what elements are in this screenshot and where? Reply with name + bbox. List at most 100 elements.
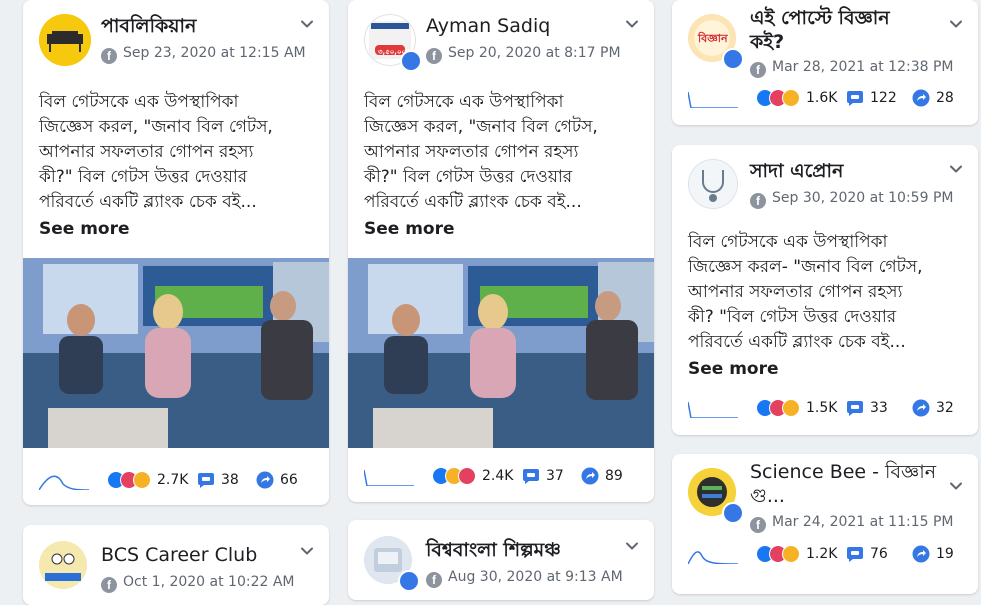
reactions-value: 1.2K <box>806 546 838 562</box>
comments-value: 37 <box>546 468 564 484</box>
facebook-icon: f <box>426 572 442 588</box>
reactions-count[interactable]: 1.6K <box>756 86 837 110</box>
post-meta: f Sep 23, 2020 at 12:15 AM <box>101 44 306 64</box>
page-name[interactable]: সাদা এপ্রোন <box>750 159 843 183</box>
share-icon <box>912 89 930 107</box>
shares-value: 28 <box>936 90 954 106</box>
page-name[interactable]: Ayman Sadiq <box>426 14 550 38</box>
post-text: বিল গেটসকে এক উপস্থাপিকা জিজ্ঞেস করল- "জ… <box>688 232 923 352</box>
facebook-icon: f <box>101 577 117 593</box>
shares-count[interactable]: 89 <box>581 464 623 488</box>
post-date[interactable]: Aug 30, 2020 at 9:13 AM <box>448 569 623 585</box>
comments-count[interactable]: 33 <box>846 396 888 420</box>
post-text: বিল গেটসকে এক উপস্থাপিকা জিজ্ঞেস করল, "জ… <box>39 92 273 212</box>
post-date[interactable]: Oct 1, 2020 at 10:22 AM <box>123 574 295 590</box>
reaction-icons <box>756 545 800 563</box>
post-meta: f Oct 1, 2020 at 10:22 AM <box>101 573 295 593</box>
chevron-down-icon[interactable] <box>301 545 313 557</box>
post-header: ৩,৫০,০০০ Ayman Sadiq f Sep 20, 2020 at 8:… <box>364 14 640 72</box>
facebook-icon: f <box>750 517 766 533</box>
post-meta: f Aug 30, 2020 at 9:13 AM <box>426 568 623 588</box>
post-date[interactable]: Sep 30, 2020 at 10:59 PM <box>772 190 953 206</box>
post-header: বিজ্ঞান এই পোস্টে বিজ্ঞান কই? f Mar 28, 2… <box>688 7 964 78</box>
chevron-down-icon[interactable] <box>626 18 638 30</box>
facebook-icon: f <box>426 48 442 64</box>
comments-count[interactable]: 76 <box>846 542 888 566</box>
post-date[interactable]: Mar 28, 2021 at 12:38 PM <box>772 59 954 75</box>
comment-icon <box>197 471 215 489</box>
post-stats: 2.4K 37 89 <box>364 464 640 488</box>
pabliciyan-logo-icon <box>39 14 91 66</box>
post-header: Science Bee - বিজ্ঞান গু... f Mar 24, 202… <box>688 461 964 533</box>
page-name[interactable]: বিশ্ববাংলা শিল্পমঞ্চ <box>426 538 561 562</box>
post-meta: f Sep 30, 2020 at 10:59 PM <box>750 189 953 209</box>
page-name[interactable]: BCS Career Club <box>101 543 257 567</box>
comments-count[interactable]: 37 <box>522 464 564 488</box>
share-icon <box>912 399 930 417</box>
post-card[interactable]: সাদা এপ্রোন f Sep 30, 2020 at 10:59 PM বি… <box>672 145 978 435</box>
tv-studio-image <box>348 258 654 448</box>
shares-count[interactable]: 66 <box>256 468 298 492</box>
page-avatar[interactable] <box>688 159 738 209</box>
shares-count[interactable]: 28 <box>912 86 954 110</box>
reactions-count[interactable]: 2.7K <box>107 468 188 492</box>
stethoscope-icon <box>689 160 737 208</box>
page-name[interactable]: পাবলিকিয়ান <box>101 14 196 38</box>
reaction-icons <box>756 399 800 417</box>
reactions-count[interactable]: 1.2K <box>756 542 837 566</box>
reactions-value: 1.5K <box>806 400 838 416</box>
shares-count[interactable]: 19 <box>912 542 954 566</box>
chevron-down-icon[interactable] <box>950 163 962 175</box>
post-card[interactable]: ৩,৫০,০০০ Ayman Sadiq f Sep 20, 2020 at 8:… <box>348 0 654 502</box>
comments-value: 38 <box>221 472 239 488</box>
chevron-down-icon[interactable] <box>626 540 638 552</box>
post-meta: f Mar 28, 2021 at 12:38 PM <box>750 58 954 78</box>
reactions-value: 2.7K <box>157 472 189 488</box>
post-card[interactable]: বিশ্ববাংলা শিল্পমঞ্চ f Aug 30, 2020 at 9:… <box>348 520 654 600</box>
post-text: বিল গেটসকে এক উপস্থাপিকা জিজ্ঞেস করল, "জ… <box>364 92 598 212</box>
reactions-count[interactable]: 1.5K <box>756 396 837 420</box>
comments-count[interactable]: 122 <box>846 86 897 110</box>
page-avatar[interactable] <box>39 541 87 589</box>
post-card[interactable]: BCS Career Club f Oct 1, 2020 at 10:22 AM <box>23 525 329 605</box>
post-header: পাবলিকিয়ান f Sep 23, 2020 at 12:15 AM <box>39 14 315 70</box>
post-meta: f Sep 20, 2020 at 8:17 PM <box>426 44 621 64</box>
owl-logo-icon <box>39 541 87 589</box>
comments-value: 76 <box>870 546 888 562</box>
post-date[interactable]: Mar 24, 2021 at 11:15 PM <box>772 514 954 530</box>
comments-count[interactable]: 38 <box>197 468 239 492</box>
see-more-link[interactable]: See more <box>364 219 455 239</box>
facebook-icon: f <box>101 48 117 64</box>
chevron-down-icon[interactable] <box>301 18 313 30</box>
shares-count[interactable]: 32 <box>912 396 954 420</box>
post-image[interactable] <box>23 258 329 448</box>
post-image[interactable] <box>348 258 654 448</box>
see-more-link[interactable]: See more <box>39 219 130 239</box>
post-stats: 1.5K 33 32 <box>688 396 964 420</box>
post-date[interactable]: Sep 23, 2020 at 12:15 AM <box>123 45 306 61</box>
tv-studio-image <box>23 258 329 448</box>
group-badge-icon <box>400 50 422 72</box>
chevron-down-icon[interactable] <box>950 18 962 30</box>
shares-value: 89 <box>605 468 623 484</box>
facebook-icon: f <box>750 62 766 78</box>
comment-icon <box>522 467 540 485</box>
sparkline-icon <box>364 469 414 486</box>
reactions-count[interactable]: 2.4K <box>432 464 513 488</box>
page-name[interactable]: Science Bee - বিজ্ঞান গু... <box>750 460 936 508</box>
comment-icon <box>846 89 864 107</box>
comments-value: 122 <box>870 90 897 106</box>
post-card[interactable]: বিজ্ঞান এই পোস্টে বিজ্ঞান কই? f Mar 28, 2… <box>672 0 978 125</box>
post-card[interactable]: পাবলিকিয়ান f Sep 23, 2020 at 12:15 AM বি… <box>23 0 329 505</box>
group-badge-icon <box>722 48 744 70</box>
chevron-down-icon[interactable] <box>950 480 962 492</box>
shares-value: 66 <box>280 472 298 488</box>
page-avatar[interactable] <box>39 14 91 66</box>
sparkline-icon <box>39 475 89 490</box>
see-more-link[interactable]: See more <box>688 359 779 379</box>
post-header: BCS Career Club f Oct 1, 2020 at 10:22 AM <box>39 541 315 597</box>
reactions-value: 2.4K <box>482 468 514 484</box>
page-name[interactable]: এই পোস্টে বিজ্ঞান কই? <box>750 6 890 54</box>
post-card[interactable]: Science Bee - বিজ্ঞান গু... f Mar 24, 202… <box>672 454 978 594</box>
post-date[interactable]: Sep 20, 2020 at 8:17 PM <box>448 45 621 61</box>
